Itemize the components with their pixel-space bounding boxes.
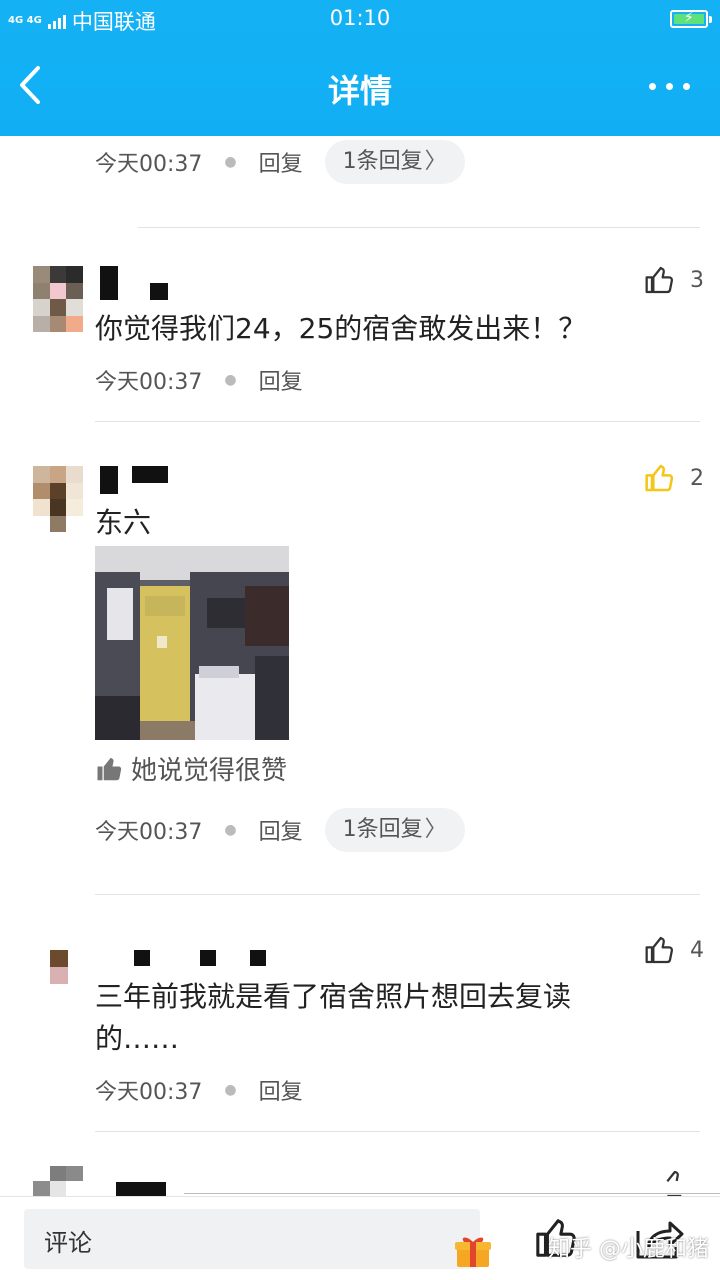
comment-input[interactable]: 评论 bbox=[24, 1209, 491, 1269]
username-redacted[interactable] bbox=[200, 950, 216, 966]
comment-text: 东六 bbox=[95, 506, 152, 539]
nav-bar: 详情 bbox=[0, 40, 720, 136]
thumbs-up-icon bbox=[645, 266, 674, 294]
like-count: 4 bbox=[690, 937, 704, 963]
divider bbox=[138, 227, 700, 228]
comment-time: 今天00:37 bbox=[95, 820, 203, 845]
comment-meta: 今天00:37 ● 回复 1条回复〉 bbox=[95, 140, 465, 184]
more-button[interactable] bbox=[644, 76, 694, 96]
divider bbox=[184, 1193, 720, 1194]
comment-text-line-2: 的…… bbox=[95, 1022, 180, 1055]
username-redacted[interactable] bbox=[100, 466, 118, 494]
username-redacted[interactable] bbox=[134, 950, 150, 966]
divider bbox=[95, 1131, 700, 1132]
like-count: 3 bbox=[690, 267, 704, 293]
liked-by-text: 她说觉得很赞 bbox=[131, 756, 288, 786]
comment-text: 你觉得我们24，25的宿舍敢发出来！？ bbox=[95, 312, 587, 345]
thumbs-up-solid-icon bbox=[97, 757, 122, 780]
avatar[interactable] bbox=[33, 1166, 83, 1196]
chevron-right-icon: 〉 bbox=[424, 817, 447, 842]
liked-by-author: 她说觉得很赞 bbox=[95, 750, 287, 787]
username-redacted[interactable] bbox=[150, 283, 168, 300]
comment-time: 今天00:37 bbox=[95, 370, 203, 395]
comment-meta: 今天00:37 ● 回复 bbox=[95, 360, 303, 400]
avatar[interactable] bbox=[33, 466, 83, 532]
like-button[interactable]: 4 bbox=[644, 934, 704, 966]
username-redacted[interactable] bbox=[250, 950, 266, 966]
status-time: 01:10 bbox=[329, 6, 391, 30]
avatar[interactable] bbox=[50, 950, 68, 984]
comment-meta: 今天00:37 ● 回复 1条回复〉 bbox=[95, 808, 465, 852]
username-redacted[interactable] bbox=[116, 1182, 166, 1196]
like-button[interactable]: 3 bbox=[644, 264, 704, 296]
watermark: 知乎 @小鹿和猪 bbox=[548, 1237, 709, 1262]
status-bar: 4G 4G 中国联通 01:10 ⚡ bbox=[0, 0, 720, 40]
thumbs-up-icon bbox=[645, 936, 674, 964]
like-button-active[interactable]: 2 bbox=[644, 462, 704, 494]
more-dot-icon bbox=[648, 82, 656, 90]
header: 4G 4G 中国联通 01:10 ⚡ 详情 bbox=[0, 0, 720, 136]
dorm-room-image bbox=[95, 546, 289, 740]
gift-icon[interactable] bbox=[454, 1233, 492, 1269]
reply-button[interactable]: 回复 bbox=[259, 364, 303, 396]
battery-icon: ⚡ bbox=[670, 10, 712, 28]
reply-button[interactable]: 回复 bbox=[259, 146, 303, 178]
view-replies-button[interactable]: 1条回复〉 bbox=[324, 140, 465, 184]
view-replies-button[interactable]: 1条回复〉 bbox=[324, 808, 465, 852]
username-redacted[interactable] bbox=[100, 266, 118, 300]
comment-meta: 今天00:37 ● 回复 bbox=[95, 1070, 303, 1110]
like-count: 2 bbox=[690, 465, 704, 491]
avatar[interactable] bbox=[33, 266, 83, 332]
comment-time: 今天00:37 bbox=[95, 1080, 203, 1105]
thumbs-up-icon bbox=[666, 1170, 682, 1198]
comment-photo[interactable] bbox=[95, 546, 289, 740]
thumbs-up-filled-icon bbox=[645, 464, 674, 492]
reply-button[interactable]: 回复 bbox=[259, 814, 303, 846]
bottom-bar: 评论 知乎 @小鹿和猪 bbox=[0, 1196, 720, 1280]
chevron-right-icon: 〉 bbox=[424, 149, 447, 174]
page-title: 详情 bbox=[327, 72, 392, 110]
comment-placeholder: 评论 bbox=[44, 1229, 92, 1257]
comment-time: 今天00:37 bbox=[95, 152, 203, 177]
comment-text-line-1: 三年前我就是看了宿舍照片想回去复读 bbox=[95, 980, 572, 1013]
username-redacted[interactable] bbox=[132, 466, 168, 483]
divider bbox=[95, 421, 700, 422]
divider bbox=[95, 894, 700, 895]
app-root: 4G 4G 中国联通 01:10 ⚡ 详情 今天00:37 ● 回复 1条回复〉 bbox=[0, 0, 720, 1280]
reply-button[interactable]: 回复 bbox=[259, 1074, 303, 1106]
